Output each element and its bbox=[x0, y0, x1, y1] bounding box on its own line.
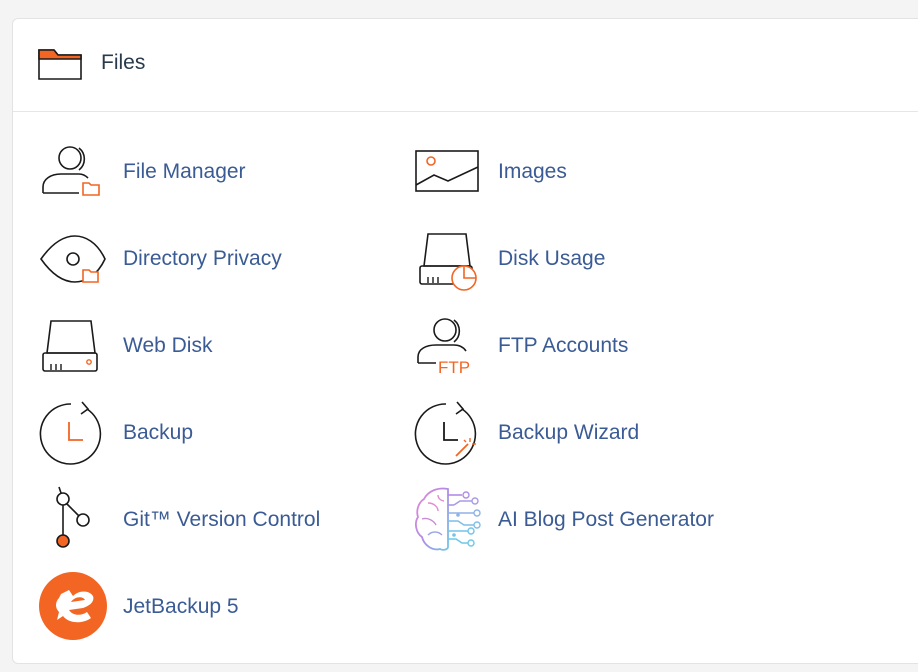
images-label: Images bbox=[498, 160, 567, 183]
file-manager-label: File Manager bbox=[123, 160, 246, 183]
backup-wizard-icon bbox=[414, 398, 484, 468]
folder-icon bbox=[38, 48, 82, 80]
panel-header[interactable]: Files bbox=[13, 19, 918, 112]
section-title: Files bbox=[101, 51, 146, 74]
file-manager-icon bbox=[39, 137, 109, 207]
jetbackup-5-label: JetBackup 5 bbox=[123, 595, 239, 618]
images-icon bbox=[414, 137, 484, 207]
ftp-accounts-label: FTP Accounts bbox=[498, 334, 629, 357]
jetbackup-logo-icon bbox=[39, 572, 109, 642]
disk-usage-label: Disk Usage bbox=[498, 247, 606, 270]
web-disk-icon bbox=[39, 311, 109, 381]
directory-privacy-label: Directory Privacy bbox=[123, 247, 282, 270]
backup-label: Backup bbox=[123, 421, 194, 444]
disk-usage-icon bbox=[414, 224, 484, 294]
directory-privacy-icon bbox=[39, 224, 109, 294]
git-icon bbox=[39, 485, 109, 555]
files-panel: Files File Manager Images Directory Priv… bbox=[12, 18, 918, 664]
git-version-control-label: Git™ Version Control bbox=[123, 508, 321, 531]
web-disk-label: Web Disk bbox=[123, 334, 213, 357]
ftp-accounts-icon: FTP bbox=[414, 311, 484, 381]
ai-brain-icon bbox=[414, 485, 484, 555]
backup-wizard-label: Backup Wizard bbox=[498, 421, 640, 444]
ai-blog-post-generator-label: AI Blog Post Generator bbox=[498, 508, 714, 531]
backup-icon bbox=[39, 398, 109, 468]
ftp-icon-text: FTP bbox=[438, 358, 470, 377]
